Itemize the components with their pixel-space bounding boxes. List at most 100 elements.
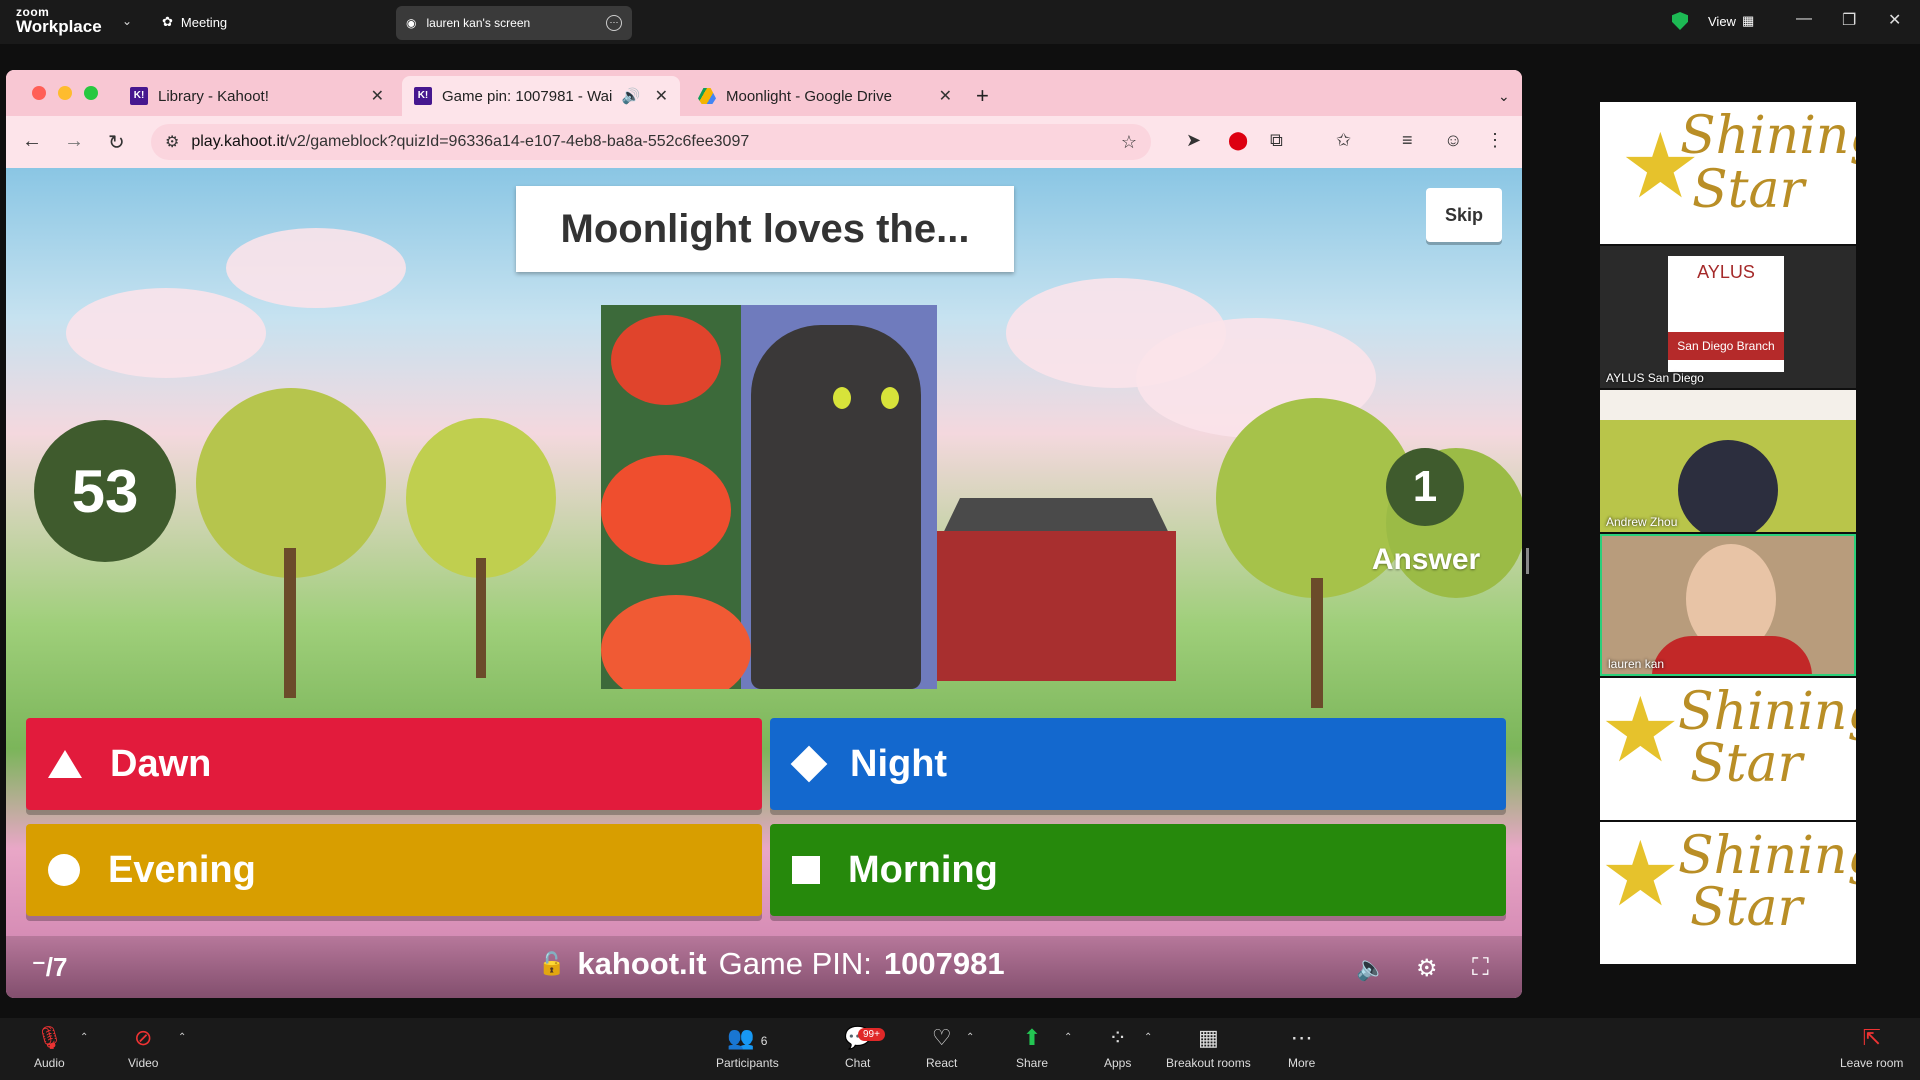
leave-room-button[interactable]: ⇱ Leave room xyxy=(1840,1026,1904,1071)
avatar xyxy=(1678,440,1778,532)
url-bar[interactable]: ⚙ play.kahoot.it/v2/gameblock?quizId=963… xyxy=(151,124,1151,160)
shining-star-text: Star xyxy=(1692,160,1805,220)
video-off-icon: ⊘ xyxy=(134,1025,153,1050)
question-counter: ⁻/7 xyxy=(32,952,68,982)
media-control-icon[interactable]: ≡ xyxy=(1402,130,1413,151)
audio-button[interactable]: 🎙 Audio xyxy=(34,1025,65,1071)
browser-menu-icon[interactable]: ⋮ xyxy=(1486,130,1504,151)
more-options-icon[interactable]: ··· xyxy=(606,15,622,31)
black-cat xyxy=(751,325,921,689)
participants-button[interactable]: 👥 6 Participants xyxy=(716,1025,779,1071)
react-button[interactable]: ♡ React xyxy=(926,1026,957,1071)
breakout-rooms-button[interactable]: ▦ Breakout rooms xyxy=(1166,1026,1251,1071)
mic-muted-icon: 🎙 xyxy=(35,1025,64,1050)
participant-tile-lauren[interactable]: lauren kan xyxy=(1600,534,1856,676)
game-footer: ⁻/7 🔓 kahoot.it Game PIN: 1007981 🔈 ⚙ ⛶ xyxy=(6,936,1522,998)
chevron-up-icon[interactable]: ⌃ xyxy=(1144,1032,1152,1043)
view-button[interactable]: View ▦ xyxy=(1708,13,1754,29)
share-button[interactable]: ⬆ Share xyxy=(1016,1026,1049,1071)
chevron-up-icon[interactable]: ⌃ xyxy=(178,1032,186,1043)
tab-close-icon[interactable]: ✕ xyxy=(655,86,668,106)
pumpkin xyxy=(601,455,731,565)
participants-label: Participants xyxy=(716,1056,779,1070)
participant-tile[interactable]: ★ Shining Star xyxy=(1600,822,1856,964)
video-button[interactable]: ⊘ Video xyxy=(128,1025,158,1071)
cloud xyxy=(226,228,406,308)
pin-value: 1007981 xyxy=(883,946,1005,981)
meeting-icon: ✿ xyxy=(162,14,173,29)
answer-label: Morning xyxy=(848,848,998,891)
browser-tab-library[interactable]: K! Library - Kahoot! ✕ xyxy=(118,76,396,116)
cursor-extension-icon[interactable]: ➤ xyxy=(1186,130,1201,151)
forward-icon[interactable]: → xyxy=(64,130,84,153)
browser-tab-game[interactable]: K! Game pin: 1007981 - Wai 🔊 ✕ xyxy=(402,76,680,116)
screen-share-icon: ◉ xyxy=(406,16,417,30)
settings-gear-icon[interactable]: ⚙ xyxy=(1416,954,1438,983)
participant-name: AYLUS San Diego xyxy=(1606,371,1704,385)
barn xyxy=(936,531,1176,681)
skip-button[interactable]: Skip xyxy=(1426,188,1502,242)
participants-icon: 👥 6 xyxy=(727,1025,768,1050)
back-icon[interactable]: ← xyxy=(22,130,42,153)
tab-label: Library - Kahoot! xyxy=(158,87,269,105)
question-title: Moonlight loves the... xyxy=(516,186,1014,272)
site-info-icon[interactable]: ⚙ xyxy=(165,132,179,152)
close-icon[interactable]: ✕ xyxy=(1888,10,1901,30)
meeting-toolbar: 🎙 Audio ⌃ ⊘ Video ⌃ 👥 6 Participants 💬 C… xyxy=(0,1018,1920,1080)
tab-close-icon[interactable]: ✕ xyxy=(371,86,384,106)
panel-resize-handle[interactable] xyxy=(1526,548,1529,574)
screen-share-indicator[interactable]: ◉ lauren kan's screen ··· xyxy=(396,6,632,40)
participant-tile[interactable]: ★ Shining Star xyxy=(1600,678,1856,820)
speaker-icon[interactable]: 🔊 xyxy=(622,87,641,105)
answer-button-morning[interactable]: Morning xyxy=(770,824,1506,916)
apps-button[interactable]: ⁘ Apps xyxy=(1104,1026,1131,1071)
aylus-branch-text: San Diego Branch xyxy=(1668,332,1784,360)
traffic-minimize-icon[interactable] xyxy=(58,86,72,100)
participant-tile[interactable]: ★ Shining Star xyxy=(1600,102,1856,244)
cat-eye xyxy=(833,387,851,409)
chevron-down-icon[interactable]: ⌄ xyxy=(122,14,132,28)
meeting-menu[interactable]: ✿ Meeting xyxy=(162,14,227,30)
restore-icon[interactable]: ❐ xyxy=(1842,10,1856,30)
participant-tile-andrew[interactable]: Andrew Zhou xyxy=(1600,390,1856,532)
profile-icon[interactable]: ☺ xyxy=(1444,130,1462,151)
answer-button-dawn[interactable]: Dawn xyxy=(26,718,762,810)
minimize-icon[interactable]: — xyxy=(1796,10,1812,28)
leave-label: Leave room xyxy=(1840,1056,1904,1070)
reload-icon[interactable]: ↻ xyxy=(108,130,125,155)
favorites-icon[interactable]: ✩ xyxy=(1336,130,1351,151)
chevron-up-icon[interactable]: ⌃ xyxy=(80,1032,88,1043)
pin-label: Game PIN: xyxy=(718,946,872,981)
browser-tab-drive[interactable]: Moonlight - Google Drive ✕ xyxy=(686,76,964,116)
chevron-up-icon[interactable]: ⌃ xyxy=(966,1032,974,1043)
traffic-close-icon[interactable] xyxy=(32,86,46,100)
shared-browser-window: K! Library - Kahoot! ✕ K! Game pin: 1007… xyxy=(6,70,1522,998)
answer-button-evening[interactable]: Evening xyxy=(26,824,762,916)
pin-site: kahoot.it xyxy=(577,946,707,981)
star-icon: ★ xyxy=(1600,822,1681,927)
participant-name: lauren kan xyxy=(1608,657,1665,671)
diamond-icon xyxy=(790,745,828,783)
participant-tile-aylus[interactable]: AYLUS San Diego Branch AYLUS San Diego xyxy=(1600,246,1856,388)
tab-search-icon[interactable]: ⌄ xyxy=(1486,76,1522,116)
shining-star-text: Shining xyxy=(1678,826,1856,886)
share-label: Share xyxy=(1016,1056,1049,1070)
extensions-icon[interactable]: ⧉ xyxy=(1270,130,1283,151)
chevron-up-icon[interactable]: ⌃ xyxy=(1064,1032,1072,1043)
opera-extension-icon[interactable]: ⬤ xyxy=(1228,130,1248,151)
volume-icon[interactable]: 🔈 xyxy=(1356,954,1386,983)
aylus-logo-text: AYLUS xyxy=(1697,262,1755,282)
security-shield-icon[interactable] xyxy=(1672,12,1688,30)
answer-count: 1 xyxy=(1386,448,1464,526)
bookmark-star-icon[interactable]: ☆ xyxy=(1121,132,1137,153)
answer-button-night[interactable]: Night xyxy=(770,718,1506,810)
tree-trunk xyxy=(284,548,296,698)
tab-close-icon[interactable]: ✕ xyxy=(939,86,952,106)
answer-label: Evening xyxy=(108,848,256,891)
fullscreen-icon[interactable]: ⛶ xyxy=(1472,954,1489,982)
traffic-zoom-icon[interactable] xyxy=(84,86,98,100)
new-tab-icon[interactable]: + xyxy=(964,76,1001,116)
star-icon: ★ xyxy=(1600,678,1681,783)
more-button[interactable]: ⋯ More xyxy=(1288,1026,1315,1071)
google-drive-icon xyxy=(698,88,716,104)
